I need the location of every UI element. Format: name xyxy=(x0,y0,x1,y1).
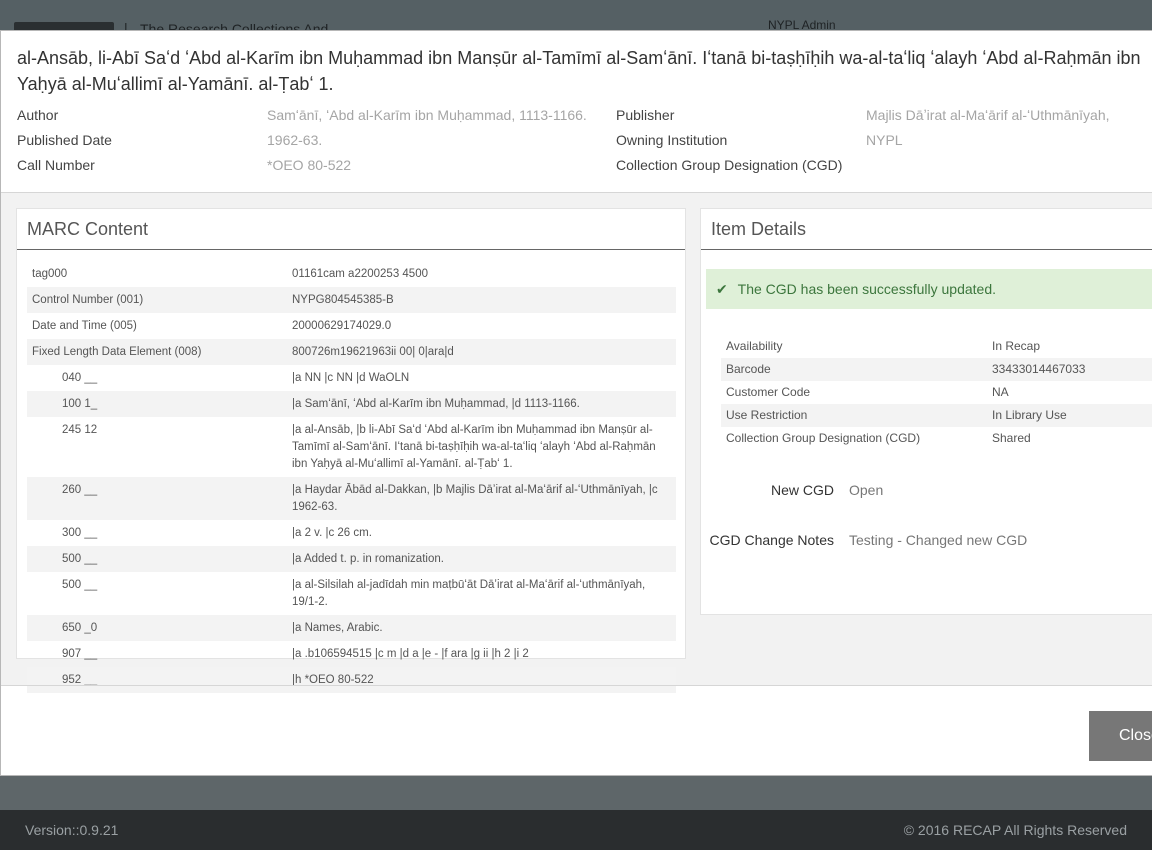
detail-label: Availability xyxy=(726,339,783,353)
marc-tag: 500 __ xyxy=(62,553,98,565)
new-cgd-value-wrap: Open xyxy=(849,482,1149,502)
marc-tag: 245 12 xyxy=(62,424,98,436)
marc-content: |a al-Ansāb, |b li-Abī Saʻd ʻAbd al-Karī… xyxy=(292,424,656,470)
call-number-label: Call Number xyxy=(17,157,95,173)
marc-tag: Fixed Length Data Element (008) xyxy=(32,346,202,358)
modal-header: al-Ansāb, li-Abī Saʻd ʻAbd al-Karīm ibn … xyxy=(1,31,1152,193)
success-alert: ✔ The CGD has been successfully updated. xyxy=(706,269,1152,309)
marc-content: |a al-Silsilah al-jadīdah min maṭbūʻāt D… xyxy=(292,579,646,608)
detail-row: Barcode 33433014467033 xyxy=(721,358,1152,381)
cgd-notes-value: Testing - Changed new CGD xyxy=(849,532,1028,548)
page-footer: Version::0.9.21 © 2016 RECAP All Rights … xyxy=(0,810,1152,850)
new-cgd-label: New CGD xyxy=(770,482,834,498)
detail-row: Customer Code NA xyxy=(721,381,1152,404)
detail-label: Collection Group Designation (CGD) xyxy=(726,431,921,445)
publisher-label: Publisher xyxy=(616,107,675,123)
item-details-modal: al-Ansāb, li-Abī Saʻd ʻAbd al-Karīm ibn … xyxy=(0,30,1152,776)
modal-body: MARC Content tag000 01161cam a2200253 450… xyxy=(1,193,1152,693)
marc-content: |a Added t. p. in romanization. xyxy=(292,553,444,565)
new-cgd-row: New CGD xyxy=(701,482,834,502)
page-backdrop xyxy=(0,776,1152,810)
detail-value: In Recap xyxy=(992,339,1041,353)
bib-metadata: Author Samʻānī, ʻAbd al-Karīm ibn Muḥamm… xyxy=(17,107,1152,187)
detail-value: Shared xyxy=(992,431,1031,445)
modal-footer: Close xyxy=(1,685,1152,775)
marc-row: Date and Time (005) 20000629174029.0 xyxy=(27,313,676,339)
marc-row: 907 __ |a .b106594515 |c m |d a |e - |f a… xyxy=(27,641,676,667)
marc-row: 500 __ |a al-Silsilah al-jadīdah min maṭb… xyxy=(27,572,676,615)
marc-content: |a Haydar Ābād al-Dakkan, |b Majlis Dāʼi… xyxy=(292,484,658,513)
close-button[interactable]: Close xyxy=(1089,711,1152,761)
author-value: Samʻānī, ʻAbd al-Karīm ibn Muḥammad, 111… xyxy=(267,107,587,123)
marc-row: 100 1_ |a Samʻānī, ʻAbd al-Karīm ibn Muḥa… xyxy=(27,391,676,417)
published-date-label: Published Date xyxy=(17,132,112,148)
marc-tag: Date and Time (005) xyxy=(32,320,137,332)
page-header: | The Research Collections And NYPL Admi… xyxy=(0,0,1152,37)
marc-content: 20000629174029.0 xyxy=(292,320,392,332)
cgd-notes-label: CGD Change Notes xyxy=(709,532,834,548)
owning-institution-label: Owning Institution xyxy=(616,132,728,148)
detail-label: Customer Code xyxy=(726,385,811,399)
marc-row: Fixed Length Data Element (008) 800726m19… xyxy=(27,339,676,365)
item-details-table: Availability In Recap Barcode 3343301446703… xyxy=(721,335,1152,450)
modal-title: al-Ansāb, li-Abī Saʻd ʻAbd al-Karīm ibn … xyxy=(17,48,1141,94)
footer-copyright: © 2016 RECAP All Rights Reserved xyxy=(903,822,1127,838)
footer-version: Version::0.9.21 xyxy=(25,822,119,838)
detail-label: Use Restriction xyxy=(726,408,808,422)
marc-tag: 100 1_ xyxy=(62,398,98,410)
detail-row: Use Restriction In Library Use xyxy=(721,404,1152,427)
call-number-value: *OEO 80-522 xyxy=(267,157,352,173)
marc-tag: 260 __ xyxy=(62,484,98,496)
detail-value: In Library Use xyxy=(992,408,1067,422)
marc-tag: 500 __ xyxy=(62,579,98,591)
marc-tag: 907 __ xyxy=(62,648,98,660)
marc-row: 500 __ |a Added t. p. in romanization. xyxy=(27,546,676,572)
marc-row: 260 __ |a Haydar Ābād al-Dakkan, |b Majli… xyxy=(27,477,676,520)
publisher-value: Majlis Dāʼirat al-Maʻārif al-ʻUthmānīyah… xyxy=(866,107,1110,123)
marc-tag: 300 __ xyxy=(62,527,98,539)
detail-value: 33433014467033 xyxy=(992,362,1086,376)
detail-label: Barcode xyxy=(726,362,771,376)
check-icon: ✔ xyxy=(716,281,728,297)
marc-content: NYPG804545385-B xyxy=(292,294,394,306)
detail-row: Availability In Recap xyxy=(721,335,1152,358)
marc-content: 01161cam a2200253 4500 xyxy=(292,268,428,280)
cgd-notes-row: CGD Change Notes xyxy=(701,532,834,552)
marc-table: tag000 01161cam a2200253 4500 Control Numb… xyxy=(27,261,676,693)
marc-content-panel: MARC Content tag000 01161cam a2200253 450… xyxy=(16,208,686,693)
marc-content: |a 2 v. |c 26 cm. xyxy=(292,527,372,539)
marc-row: 650 _0 |a Names, Arabic. xyxy=(27,615,676,641)
cgd-label: Collection Group Designation (CGD) xyxy=(616,157,843,173)
new-cgd-value: Open xyxy=(849,482,884,498)
alert-message: The CGD has been successfully updated. xyxy=(737,281,997,297)
cgd-notes-value-wrap: Testing - Changed new CGD xyxy=(849,532,1149,552)
item-details-panel: Item Details ✔ The CGD has been successf… xyxy=(700,208,1152,615)
marc-row: tag000 01161cam a2200253 4500 xyxy=(27,261,676,287)
published-date-value: 1962-63. xyxy=(267,132,323,148)
owning-institution-value: NYPL xyxy=(866,132,903,148)
author-label: Author xyxy=(17,107,59,123)
marc-content: |a Samʻānī, ʻAbd al-Karīm ibn Muḥammad, … xyxy=(292,398,580,410)
marc-tag: Control Number (001) xyxy=(32,294,144,306)
marc-tag: tag000 xyxy=(32,268,68,280)
item-details-heading: Item Details xyxy=(701,209,1152,250)
marc-row: Control Number (001) NYPG804545385-B xyxy=(27,287,676,313)
marc-row: 300 __ |a 2 v. |c 26 cm. xyxy=(27,520,676,546)
marc-row: 245 12 |a al-Ansāb, |b li-Abī Saʻd ʻAbd a… xyxy=(27,417,676,477)
detail-value: NA xyxy=(992,385,1009,399)
marc-content-heading: MARC Content xyxy=(17,209,685,250)
marc-content: |a NN |c NN |d WaOLN xyxy=(292,372,410,384)
marc-content: |a Names, Arabic. xyxy=(292,622,383,634)
marc-tag: 650 _0 xyxy=(62,622,98,634)
detail-row: Collection Group Designation (CGD) Shared xyxy=(721,427,1152,450)
marc-tag: 040 __ xyxy=(62,372,98,384)
marc-content: 800726m19621963ii 00| 0|ara|d xyxy=(292,346,454,358)
marc-row: 040 __ |a NN |c NN |d WaOLN xyxy=(27,365,676,391)
marc-content: |a .b106594515 |c m |d a |e - |f ara |g … xyxy=(292,648,529,660)
